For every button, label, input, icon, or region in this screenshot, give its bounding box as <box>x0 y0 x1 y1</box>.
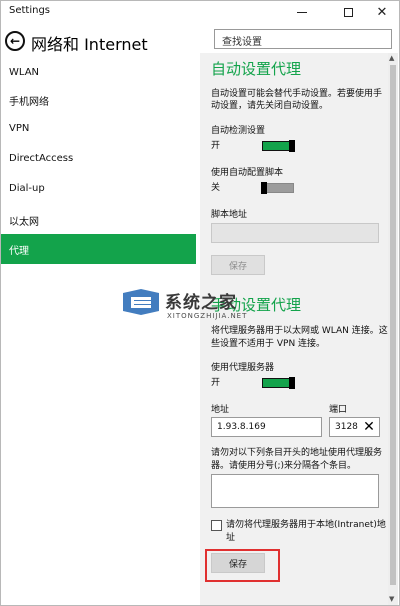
toggle-thumb <box>289 377 295 389</box>
auto-proxy-heading: 自动设置代理 <box>211 60 302 78</box>
watermark-logo-icon <box>123 289 159 315</box>
sidebar-item-dialup[interactable]: Dial-up <box>1 175 196 205</box>
auto-detect-toggle[interactable] <box>262 140 295 152</box>
sidebar-item-label: 以太网 <box>9 217 39 228</box>
sidebar-item-label: 代理 <box>9 246 29 257</box>
title-bar: Settings ✕ <box>1 1 399 23</box>
maximize-button[interactable] <box>331 1 365 23</box>
back-arrow-icon: ← <box>9 34 21 48</box>
watermark-title: 系统之家 <box>165 293 237 313</box>
scroll-down-icon[interactable]: ▼ <box>389 595 394 603</box>
save-highlight-box <box>205 549 280 582</box>
sidebar-item-ethernet[interactable]: 以太网 <box>1 205 196 235</box>
proxy-address-label: 地址 <box>211 405 230 415</box>
auto-script-state: 关 <box>211 183 221 193</box>
watermark-subtitle: XITONGZHIJIA.NET <box>167 312 248 320</box>
exceptions-field[interactable] <box>211 474 379 508</box>
auto-detect-state: 开 <box>211 141 221 151</box>
sidebar-item-label: Dial-up <box>9 183 45 194</box>
exceptions-description-2: 器。请使用分号(;)来分隔各个条目。 <box>211 461 357 471</box>
script-address-label: 脚本地址 <box>211 210 248 220</box>
sidebar-item-directaccess[interactable]: DirectAccess <box>1 145 196 175</box>
watermark: 系统之家 XITONGZHIJIA.NET <box>119 281 279 325</box>
scrollbar-thumb[interactable] <box>390 65 396 585</box>
scrollbar[interactable]: ▲ ▼ <box>388 53 398 605</box>
minimize-button[interactable] <box>285 1 319 23</box>
close-button[interactable]: ✕ <box>365 1 399 23</box>
auto-script-toggle[interactable] <box>261 182 294 194</box>
sidebar-item-label: DirectAccess <box>9 153 74 164</box>
sidebar-item-cellular[interactable]: 手机网络 <box>1 85 196 115</box>
close-icon: ✕ <box>376 4 388 20</box>
maximize-icon <box>343 7 353 17</box>
auto-detect-label: 自动检测设置 <box>211 126 266 136</box>
proxy-address-value: 1.93.8.169 <box>217 422 266 432</box>
search-input[interactable]: 查找设置 <box>214 29 392 49</box>
proxy-port-value: 3128 <box>335 422 358 432</box>
manual-proxy-description-2: 些设置不适用于 VPN 连接。 <box>211 339 326 349</box>
exceptions-description-1: 请勿对以下列条目开头的地址使用代理服务 <box>211 448 383 458</box>
page-title: 网络和 Internet <box>31 35 148 54</box>
clear-icon[interactable]: ✕ <box>359 418 379 436</box>
sidebar-item-label: WLAN <box>9 67 40 78</box>
auto-save-button[interactable]: 保存 <box>211 255 265 275</box>
search-placeholder: 查找设置 <box>222 37 262 48</box>
sidebar-item-proxy[interactable]: 代理 <box>1 234 196 264</box>
sidebar-item-label: VPN <box>9 123 30 134</box>
use-proxy-label: 使用代理服务器 <box>211 363 275 373</box>
bypass-local-label-1: 请勿将代理服务器用于本地(Intranet)地 <box>226 520 386 530</box>
manual-proxy-description-1: 将代理服务器用于以太网或 WLAN 连接。这 <box>211 326 388 336</box>
scroll-up-icon[interactable]: ▲ <box>389 54 394 62</box>
bypass-local-label-2: 址 <box>226 533 236 543</box>
window-title: Settings <box>9 5 51 16</box>
auto-proxy-description-2: 动设置，请先关闭自动设置。 <box>211 101 329 111</box>
use-proxy-toggle[interactable] <box>262 377 295 389</box>
proxy-port-label: 端口 <box>329 405 348 415</box>
proxy-address-field[interactable]: 1.93.8.169 <box>211 417 322 437</box>
settings-window: Settings ✕ ← 网络和 Internet 查找设置 WLAN 手机网络… <box>0 0 400 606</box>
script-address-field[interactable] <box>211 223 379 243</box>
proxy-port-field[interactable]: 3128 ✕ <box>329 417 380 437</box>
minimize-icon <box>297 11 307 13</box>
auto-script-label: 使用自动配置脚本 <box>211 168 284 178</box>
toggle-thumb <box>261 182 267 194</box>
sidebar-item-vpn[interactable]: VPN <box>1 115 196 145</box>
use-proxy-state: 开 <box>211 378 221 388</box>
proxy-settings-panel: 自动设置代理 自动设置可能会替代手动设置。若要使用手 动设置，请先关闭自动设置。… <box>200 53 388 605</box>
bypass-local-checkbox[interactable] <box>211 520 222 531</box>
sidebar-item-label: 手机网络 <box>9 97 49 108</box>
toggle-thumb <box>289 140 295 152</box>
back-button[interactable]: ← <box>5 31 25 51</box>
